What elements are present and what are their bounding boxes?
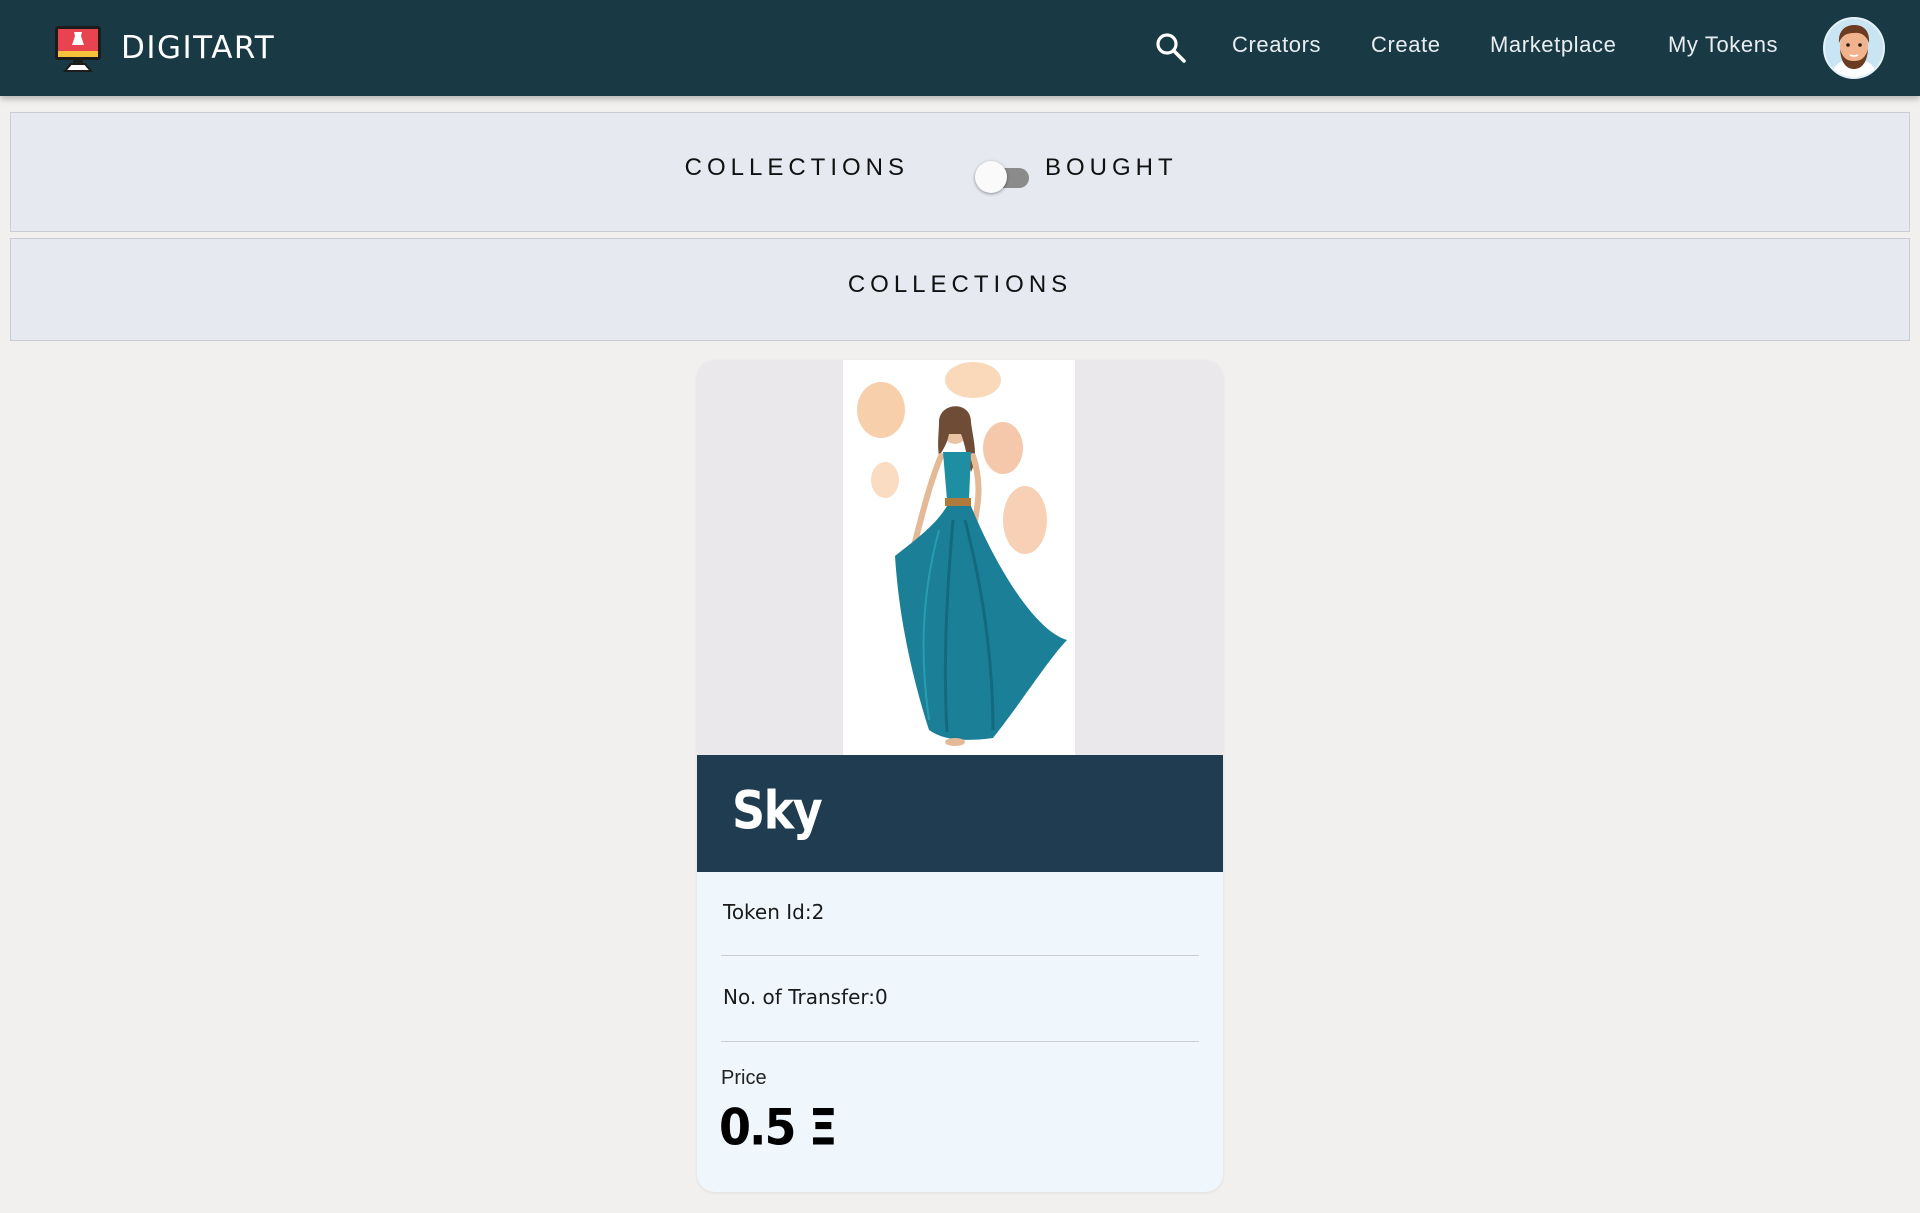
collections-bought-switch[interactable] [973, 159, 1039, 195]
toggle-label-collections: COLLECTIONS [684, 154, 909, 181]
brand-name: DIGITART [121, 30, 276, 66]
top-navbar: DIGITART Creators Create Marketplace My … [0, 0, 1920, 96]
switch-thumb [975, 161, 1007, 193]
divider [721, 1041, 1199, 1042]
token-transfer-count: No. of Transfer:0 [723, 985, 888, 1009]
toggle-label-bought: BOUGHT [1045, 154, 1178, 181]
price-label: Price [721, 1067, 767, 1089]
token-card[interactable]: Sky Token Id:2 No. of Transfer:0 Price 0… [697, 360, 1223, 1192]
artwork-image [843, 360, 1075, 755]
token-artwork [697, 360, 1223, 755]
monitor-dress-logo-icon [53, 23, 103, 73]
token-id: Token Id:2 [723, 900, 825, 924]
nav-link-marketplace[interactable]: Marketplace [1490, 32, 1616, 58]
token-title: Sky [732, 779, 823, 842]
collections-bought-toggle-bar: COLLECTIONS BOUGHT [10, 112, 1910, 232]
divider [721, 955, 1199, 956]
nav-link-creators[interactable]: Creators [1232, 32, 1321, 58]
price-value: 0.5 Ξ [719, 1098, 838, 1157]
brand[interactable]: DIGITART [53, 22, 275, 74]
search-icon[interactable] [1153, 30, 1189, 66]
nav-link-my-tokens[interactable]: My Tokens [1668, 32, 1778, 58]
nav-link-create[interactable]: Create [1371, 32, 1441, 58]
section-title: COLLECTIONS [847, 271, 1073, 298]
token-card-header: Sky [697, 755, 1223, 872]
section-heading-bar: COLLECTIONS [10, 238, 1910, 341]
user-avatar[interactable] [1823, 17, 1885, 79]
